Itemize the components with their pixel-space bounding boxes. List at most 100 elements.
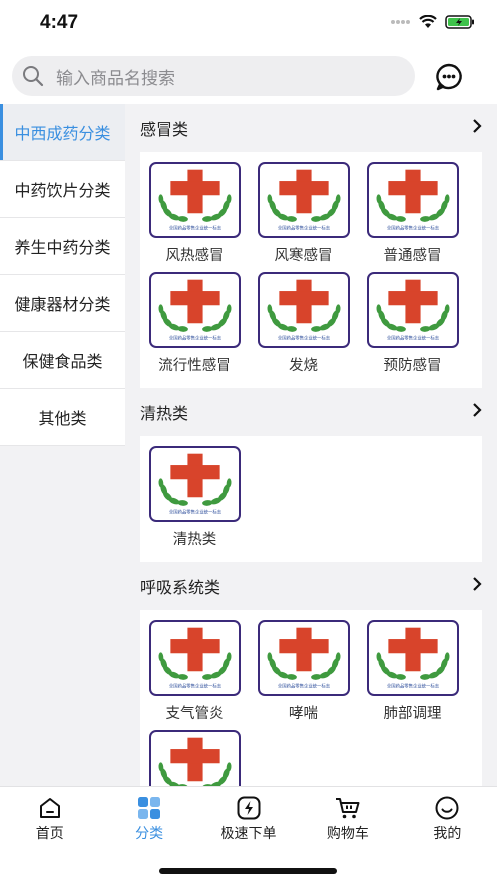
wifi-icon [419,15,437,28]
sidebar-item[interactable]: 其他类 [0,389,125,446]
battery-icon [445,15,474,29]
chevron-right-icon [473,403,482,417]
tab-category[interactable]: 分类 [99,787,198,848]
lightning-icon [237,796,261,820]
search-icon [23,66,44,87]
product-item[interactable]: 全国药品零售企业统一标志清热类 [140,446,249,548]
tab-label: 我的 [433,826,462,842]
product-item[interactable]: 全国药品零售企业统一标志流行性感冒 [140,272,249,374]
svg-text:全国药品零售企业统一标志: 全国药品零售企业统一标志 [168,682,221,689]
category-section: 感冒类 全国药品零售企业统一标志 风热感冒 全国药品零售企业统一标志 风寒感冒 全国… [125,104,497,388]
tab-cart[interactable]: 购物车 [298,787,397,848]
cart-icon [335,798,360,819]
signal-icon [391,20,410,24]
message-icon[interactable] [434,62,464,92]
svg-text:全国药品零售企业统一标志: 全国药品零售企业统一标志 [168,334,221,341]
pharmacy-logo-icon: 全国药品零售企业统一标志 [257,272,350,348]
product-name: 清热类 [172,532,217,548]
product-item[interactable]: 全国药品零售企业统一标志哮喘 [249,620,358,722]
category-sidebar: 中西成药分类 中药饮片分类 养生中药分类 健康器材分类 保健食品类 其他类 [0,104,125,786]
product-item[interactable]: 全国药品零售企业统一标志风寒感冒 [249,162,358,264]
tab-label: 分类 [135,826,164,842]
category-section: 清热类 全国药品零售企业统一标志 清热类 [125,388,497,562]
status-bar: 4:47 [0,0,497,50]
chevron-right-icon [473,577,482,591]
pharmacy-logo-icon: 全国药品零售企业统一标志 [148,620,241,696]
section-header[interactable]: 感冒类 [125,104,497,152]
sidebar-item[interactable]: 中西成药分类 [0,104,125,161]
product-item[interactable]: 全国药品零售企业统一标志普通感冒 [358,162,467,264]
sidebar-item-label: 健康器材分类 [14,295,111,314]
product-name: 发烧 [289,358,318,374]
product-grid: 全国药品零售企业统一标志 支气管炎 全国药品零售企业统一标志 哮喘 全国药品零售企业… [140,610,482,786]
bottom-tab-bar: 首页 分类 极速下单 购物车 我的 [0,786,497,848]
product-item[interactable]: 全国药品零售企业统一标志肺部调理 [358,620,467,722]
product-name: 流行性感冒 [158,358,231,374]
tab-quick-order[interactable]: 极速下单 [199,787,298,848]
sidebar-item-label: 中药饮片分类 [14,181,111,200]
category-section: 呼吸系统类 全国药品零售企业统一标志 支气管炎 全国药品零售企业统一标志 哮喘 全国… [125,562,497,786]
tab-label: 购物车 [326,826,369,842]
sidebar-item-label: 养生中药分类 [14,238,111,257]
pharmacy-logo-icon: 全国药品零售企业统一标志 [257,162,350,238]
home-indicator[interactable] [159,868,337,874]
section-header[interactable]: 呼吸系统类 [125,562,497,610]
search-input[interactable]: 输入商品名搜索 [12,56,415,96]
svg-text:全国药品零售企业统一标志: 全国药品零售企业统一标志 [277,682,330,689]
product-name: 普通感冒 [383,248,442,264]
sidebar-item[interactable]: 养生中药分类 [0,218,125,275]
sidebar-item-label: 其他类 [38,409,87,428]
svg-text:全国药品零售企业统一标志: 全国药品零售企业统一标志 [277,334,330,341]
product-name: 风热感冒 [165,248,224,264]
status-icons [391,15,475,29]
sidebar-item[interactable]: 中药饮片分类 [0,161,125,218]
pharmacy-logo-icon: 全国药品零售企业统一标志 [366,272,459,348]
svg-text:全国药品零售企业统一标志: 全国药品零售企业统一标志 [168,224,221,231]
product-name: 肺部调理 [383,706,442,722]
svg-text:全国药品零售企业统一标志: 全国药品零售企业统一标志 [386,334,439,341]
pharmacy-logo-icon: 全国药品零售企业统一标志 [257,620,350,696]
product-item[interactable]: 全国药品零售企业统一标志支气管炎 [140,620,249,722]
tab-home[interactable]: 首页 [0,787,99,848]
product-name: 哮喘 [289,706,318,722]
pharmacy-logo-icon: 全国药品零售企业统一标志 [148,446,241,522]
section-title: 呼吸系统类 [140,578,221,597]
tab-profile[interactable]: 我的 [398,787,497,848]
svg-text:全国药品零售企业统一标志: 全国药品零售企业统一标志 [277,224,330,231]
section-title: 清热类 [140,404,189,423]
product-item[interactable]: 全国药品零售企业统一标志预防感冒 [358,272,467,374]
sidebar-item-label: 保健食品类 [22,352,103,371]
svg-text:全国药品零售企业统一标志: 全国药品零售企业统一标志 [168,508,221,515]
pharmacy-logo-icon: 全国药品零售企业统一标志 [148,730,241,786]
pharmacy-logo-icon: 全国药品零售企业统一标志 [148,162,241,238]
svg-text:全国药品零售企业统一标志: 全国药品零售企业统一标志 [386,224,439,231]
tab-label: 首页 [35,826,64,842]
product-item[interactable]: 全国药品零售企业统一标志发烧 [249,272,358,374]
product-name: 支气管炎 [165,706,224,722]
home-icon [39,798,60,818]
search-placeholder: 输入商品名搜索 [56,68,175,89]
section-header[interactable]: 清热类 [125,388,497,436]
category-icon [138,797,161,819]
product-grid: 全国药品零售企业统一标志清热类 [140,436,482,562]
status-time: 4:47 [40,12,79,33]
profile-icon [435,796,459,820]
chevron-right-icon [473,119,482,133]
product-item[interactable]: 全国药品零售企业统一标志风热感冒 [140,162,249,264]
sidebar-item[interactable]: 保健食品类 [0,332,125,389]
pharmacy-logo-icon: 全国药品零售企业统一标志 [366,162,459,238]
svg-text:全国药品零售企业统一标志: 全国药品零售企业统一标志 [386,682,439,689]
sidebar-item[interactable]: 健康器材分类 [0,275,125,332]
sidebar-item-label: 中西成药分类 [14,124,111,143]
pharmacy-logo-icon: 全国药品零售企业统一标志 [366,620,459,696]
product-content: 感冒类 全国药品零售企业统一标志 风热感冒 全国药品零售企业统一标志 风寒感冒 全国… [125,104,497,786]
pharmacy-logo-icon: 全国药品零售企业统一标志 [148,272,241,348]
product-item[interactable]: 全国药品零售企业统一标志 [140,730,249,786]
product-grid: 全国药品零售企业统一标志 风热感冒 全国药品零售企业统一标志 风寒感冒 全国药品零售… [140,152,482,388]
home-indicator-area [0,848,497,883]
product-name: 风寒感冒 [274,248,333,264]
section-title: 感冒类 [140,120,189,139]
product-name: 预防感冒 [383,358,442,374]
tab-label: 极速下单 [220,826,277,842]
search-bar: 输入商品名搜索 [0,50,497,104]
